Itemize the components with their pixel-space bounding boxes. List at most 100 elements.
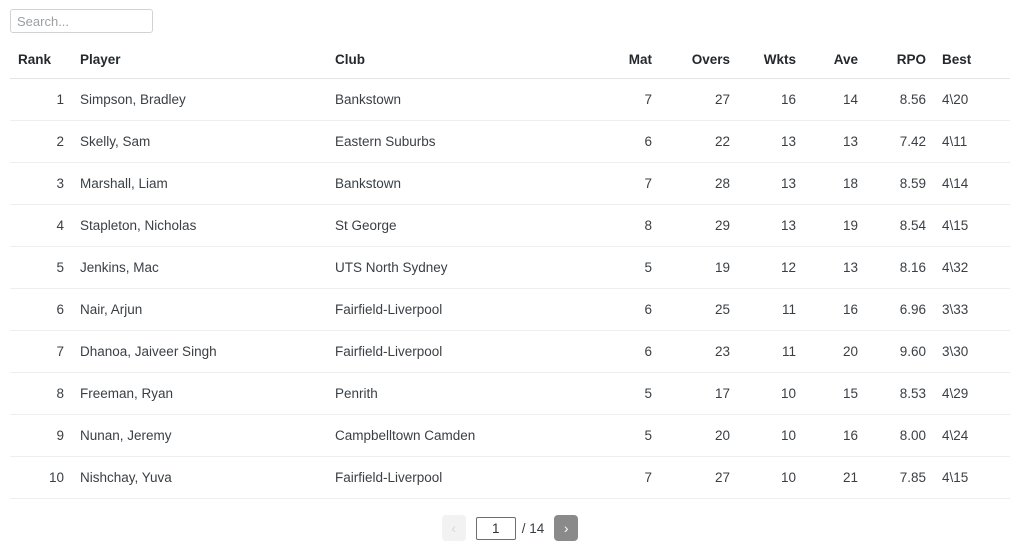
table-row[interactable]: 7 Dhanoa, Jaiveer Singh Fairfield-Liverp…: [10, 330, 1010, 373]
table-row[interactable]: 1 Simpson, Bradley Bankstown 7 27 16 14 …: [10, 78, 1010, 121]
cell-wkts: 10: [738, 372, 804, 415]
cell-overs: 19: [660, 246, 738, 289]
cell-rpo: 9.60: [866, 330, 934, 373]
cell-mat: 6: [592, 330, 660, 373]
table-container: Rank Player Club Mat Overs Wkts Ave RPO …: [0, 40, 1020, 499]
cell-wkts: 11: [738, 330, 804, 373]
cell-player: Simpson, Bradley: [72, 78, 327, 121]
column-header-wkts[interactable]: Wkts: [738, 40, 804, 79]
column-header-ave[interactable]: Ave: [804, 40, 866, 79]
cell-ave: 15: [804, 372, 866, 415]
table-header: Rank Player Club Mat Overs Wkts Ave RPO …: [10, 40, 1010, 79]
table-row[interactable]: 10 Nishchay, Yuva Fairfield-Liverpool 7 …: [10, 456, 1010, 499]
cell-rank: 3: [10, 162, 72, 205]
column-header-rank[interactable]: Rank: [10, 40, 72, 79]
cell-wkts: 13: [738, 204, 804, 247]
cell-ave: 18: [804, 162, 866, 205]
cell-mat: 5: [592, 372, 660, 415]
cell-rpo: 7.85: [866, 456, 934, 499]
cell-club: Fairfield-Liverpool: [327, 330, 592, 373]
column-header-rpo[interactable]: RPO: [866, 40, 934, 79]
cell-player: Freeman, Ryan: [72, 372, 327, 415]
cell-mat: 8: [592, 204, 660, 247]
stats-page: Rank Player Club Mat Overs Wkts Ave RPO …: [0, 0, 1020, 557]
cell-mat: 6: [592, 288, 660, 331]
total-pages-label: / 14: [521, 520, 545, 536]
cell-overs: 27: [660, 456, 738, 499]
previous-page-button[interactable]: ‹: [441, 515, 466, 541]
cell-rpo: 8.16: [866, 246, 934, 289]
cell-club: Bankstown: [327, 162, 592, 205]
cell-player: Marshall, Liam: [72, 162, 327, 205]
cell-wkts: 16: [738, 78, 804, 121]
cell-rpo: 6.96: [866, 288, 934, 331]
cell-wkts: 12: [738, 246, 804, 289]
table-row[interactable]: 8 Freeman, Ryan Penrith 5 17 10 15 8.53 …: [10, 372, 1010, 415]
cell-ave: 16: [804, 414, 866, 457]
cell-player: Jenkins, Mac: [72, 246, 327, 289]
cell-overs: 17: [660, 372, 738, 415]
cell-player: Stapleton, Nicholas: [72, 204, 327, 247]
bowling-stats-table: Rank Player Club Mat Overs Wkts Ave RPO …: [10, 40, 1010, 499]
cell-club: UTS North Sydney: [327, 246, 592, 289]
cell-best: 4\32: [934, 246, 1010, 289]
cell-overs: 20: [660, 414, 738, 457]
column-header-player[interactable]: Player: [72, 40, 327, 79]
table-header-row: Rank Player Club Mat Overs Wkts Ave RPO …: [10, 40, 1010, 79]
cell-wkts: 13: [738, 120, 804, 163]
cell-overs: 23: [660, 330, 738, 373]
cell-mat: 5: [592, 414, 660, 457]
cell-club: Campbelltown Camden: [327, 414, 592, 457]
column-header-mat[interactable]: Mat: [592, 40, 660, 79]
cell-rank: 8: [10, 372, 72, 415]
cell-wkts: 10: [738, 414, 804, 457]
cell-best: 4\14: [934, 162, 1010, 205]
next-page-button[interactable]: ›: [554, 515, 579, 541]
cell-best: 4\20: [934, 78, 1010, 121]
cell-wkts: 11: [738, 288, 804, 331]
cell-best: 4\24: [934, 414, 1010, 457]
cell-rpo: 8.53: [866, 372, 934, 415]
search-input[interactable]: [10, 9, 153, 33]
cell-overs: 29: [660, 204, 738, 247]
cell-overs: 28: [660, 162, 738, 205]
cell-ave: 21: [804, 456, 866, 499]
cell-mat: 7: [592, 162, 660, 205]
table-row[interactable]: 2 Skelly, Sam Eastern Suburbs 6 22 13 13…: [10, 120, 1010, 163]
pagination: ‹ / 14 ›: [0, 512, 1020, 544]
cell-club: Bankstown: [327, 78, 592, 121]
cell-ave: 19: [804, 204, 866, 247]
cell-player: Dhanoa, Jaiveer Singh: [72, 330, 327, 373]
cell-wkts: 13: [738, 162, 804, 205]
table-row[interactable]: 9 Nunan, Jeremy Campbelltown Camden 5 20…: [10, 414, 1010, 457]
column-header-club[interactable]: Club: [327, 40, 592, 79]
cell-rank: 2: [10, 120, 72, 163]
cell-rank: 7: [10, 330, 72, 373]
cell-best: 4\29: [934, 372, 1010, 415]
table-row[interactable]: 3 Marshall, Liam Bankstown 7 28 13 18 8.…: [10, 162, 1010, 205]
column-header-best[interactable]: Best: [934, 40, 1010, 79]
table-row[interactable]: 5 Jenkins, Mac UTS North Sydney 5 19 12 …: [10, 246, 1010, 289]
cell-rpo: 8.00: [866, 414, 934, 457]
cell-best: 4\11: [934, 120, 1010, 163]
cell-player: Skelly, Sam: [72, 120, 327, 163]
cell-ave: 14: [804, 78, 866, 121]
cell-club: Penrith: [327, 372, 592, 415]
cell-mat: 7: [592, 456, 660, 499]
cell-best: 4\15: [934, 204, 1010, 247]
table-row[interactable]: 4 Stapleton, Nicholas St George 8 29 13 …: [10, 204, 1010, 247]
cell-club: St George: [327, 204, 592, 247]
cell-mat: 5: [592, 246, 660, 289]
cell-rpo: 7.42: [866, 120, 934, 163]
cell-club: Fairfield-Liverpool: [327, 288, 592, 331]
cell-rank: 10: [10, 456, 72, 499]
cell-player: Nishchay, Yuva: [72, 456, 327, 499]
cell-rpo: 8.59: [866, 162, 934, 205]
table-row[interactable]: 6 Nair, Arjun Fairfield-Liverpool 6 25 1…: [10, 288, 1010, 331]
page-number-input[interactable]: [475, 516, 516, 540]
column-header-overs[interactable]: Overs: [660, 40, 738, 79]
cell-rpo: 8.54: [866, 204, 934, 247]
cell-overs: 25: [660, 288, 738, 331]
cell-rank: 9: [10, 414, 72, 457]
cell-ave: 13: [804, 120, 866, 163]
